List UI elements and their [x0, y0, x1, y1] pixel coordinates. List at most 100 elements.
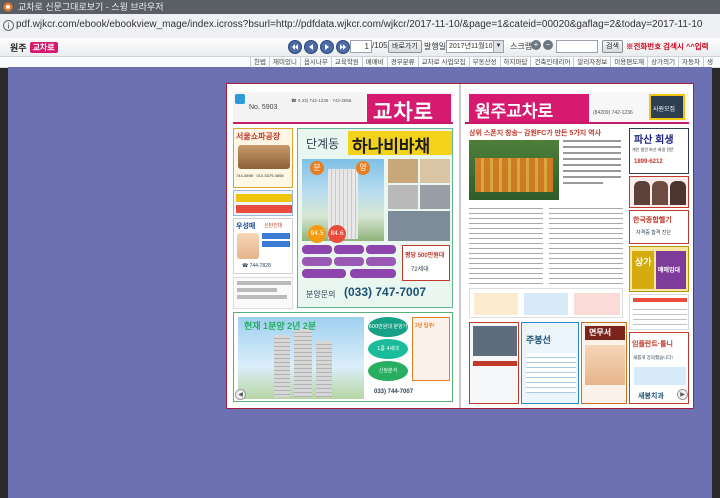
page-turn-left-icon[interactable]: ◀: [235, 389, 246, 400]
page-number-input[interactable]: 1: [350, 40, 372, 53]
implant-sub: 새롭게 강의했습니다!: [633, 355, 673, 360]
category-item[interactable]: 재미있니: [269, 57, 300, 67]
hero-sub: 단계동: [306, 137, 340, 151]
mid-ad-1: [474, 293, 518, 315]
page-total: /105: [372, 41, 388, 50]
brand: 원주 교차로: [10, 41, 58, 53]
left-phone-line: ☎ 0.33) 742-1236 · 742-2555: [291, 98, 352, 103]
bottom-ad-title: 현재 1분양 2년 2분: [244, 321, 317, 331]
bottom-left-ad[interactable]: 현재 1분양 2년 2분 600만원대 분양가 1룸 4세대 신정분석 2년 입…: [233, 312, 453, 402]
go-button[interactable]: 바로가기: [388, 40, 422, 53]
first-page-button[interactable]: [288, 40, 302, 54]
category-item[interactable]: 하지마답: [499, 57, 531, 67]
interior-photo-1: [388, 159, 418, 183]
bottom-phone: 033) 744-7007: [374, 389, 414, 395]
right-icon: [325, 44, 329, 50]
feature-pill: [334, 257, 364, 266]
text-line: [563, 164, 621, 166]
category-item[interactable]: 건축인테리어: [530, 57, 573, 67]
zoom-in-icon[interactable]: +: [531, 40, 541, 50]
category-item[interactable]: 상가의기: [647, 57, 678, 67]
issue-date-select[interactable]: 2017년11월10일: [446, 40, 496, 53]
hero-title: 하나비바채: [352, 137, 431, 155]
bankruptcy-ad[interactable]: 파산 회생 개인·법인 파산·회생 전문 1899-6212: [629, 128, 689, 174]
helicopter-ad[interactable]: 한국종합헬기 자격증 합격 진단: [629, 210, 689, 244]
promo-box: 평당 500만원대 72세대: [402, 245, 450, 281]
info-icon[interactable]: [3, 20, 14, 31]
brand-logo[interactable]: 교차로: [29, 41, 58, 53]
mid-ad-2: [524, 293, 568, 315]
category-item[interactable]: 경부분류: [386, 57, 418, 67]
dental-line-1: [262, 233, 290, 239]
window-title: 교차로 신문그대로보기 - 스윙 브라우저: [18, 2, 164, 12]
bottom-ad-a-photo: [473, 326, 517, 356]
woosung-title: 우성매: [236, 223, 256, 230]
person-photo: [634, 181, 650, 205]
category-item[interactable]: 자동차: [678, 57, 703, 67]
viewer-toolbar: 원주 교차로 1 /105 바로가기 발행일 2017년11월10일 ▼ 스크랩…: [0, 38, 720, 57]
feature-pill: [302, 245, 332, 254]
mid-ad-strip[interactable]: [469, 288, 623, 318]
double-left-icon: [292, 44, 298, 50]
hotline-label: 분양문의: [306, 290, 336, 299]
circle-badge-2: 1룸 4세대: [368, 339, 408, 359]
text-line: [563, 146, 621, 148]
category-item[interactable]: 헌법: [250, 57, 269, 67]
prev-page-button[interactable]: [304, 40, 318, 54]
side-ad-people[interactable]: [629, 176, 689, 208]
region-label[interactable]: 원주: [10, 41, 27, 54]
side-small-ad[interactable]: [629, 294, 689, 330]
category-item[interactable]: 옵시나무: [299, 57, 331, 67]
right-contact: (84209) 742-1236: [593, 110, 633, 116]
feature-pills: [302, 245, 398, 281]
chevron-down-icon[interactable]: ▼: [493, 40, 504, 53]
commercial-ad-line2: 매매임대: [658, 268, 681, 274]
category-item[interactable]: 미용편도재: [610, 57, 647, 67]
sofa-ad-title: 서울쇼파공장: [236, 132, 281, 141]
category-item[interactable]: 매매비: [361, 57, 387, 67]
search-input[interactable]: [556, 40, 598, 53]
category-item[interactable]: 교차로 사업모집: [417, 57, 469, 67]
commercial-ad-block-2: 매매임대: [656, 251, 686, 289]
category-item[interactable]: 부동산성: [468, 57, 500, 67]
sofa-ad-phone: 744-0898 · 010-5379-0898: [236, 173, 284, 178]
zoom-out-icon[interactable]: −: [543, 40, 553, 50]
text-line: [237, 295, 287, 299]
sofa-ad[interactable]: 서울쇼파공장 744-0898 · 010-5379-0898: [233, 128, 293, 188]
feature-pill: [366, 245, 396, 254]
masthead-title: 교차로: [373, 101, 434, 122]
small-ad-1[interactable]: [233, 190, 293, 216]
implant-footer: 새봉치과: [638, 393, 664, 400]
bottom-ad-b[interactable]: 주봉선: [521, 322, 579, 404]
map-box: 2년 입주!: [412, 317, 450, 381]
left-page[interactable]: No. 5903 ☎ 0.33) 742-1236 · 742-2555 교차로…: [227, 84, 459, 408]
newspaper-spread[interactable]: No. 5903 ☎ 0.33) 742-1236 · 742-2555 교차로…: [226, 83, 694, 409]
address-bar[interactable]: pdf.wjkcr.com/ebook/ebookview_mage/index…: [0, 14, 720, 39]
double-right-icon: [340, 44, 346, 50]
bottom-ad-a[interactable]: [469, 322, 519, 404]
bottom-ad-b-body: [526, 353, 576, 393]
page-nav-buttons: [288, 40, 350, 54]
search-button[interactable]: 검색: [602, 40, 623, 53]
page-turn-right-icon[interactable]: ▶: [677, 389, 688, 400]
commercial-ad[interactable]: 상가 매매임대: [629, 246, 689, 292]
right-page[interactable]: 원주교차로 (84209) 742-1236 사원모집 상위 스폰지 창송~ 감…: [461, 84, 693, 408]
dental-line-2: [262, 241, 290, 247]
url-text[interactable]: pdf.wjkcr.com/ebook/ebookview_mage/index…: [16, 19, 702, 30]
feature-pill: [334, 245, 364, 254]
implant-image: [634, 367, 686, 385]
bottom-ad-c[interactable]: 면무서: [581, 322, 627, 404]
implant-title: 임플란트·틀니: [632, 341, 673, 348]
next-page-button[interactable]: [320, 40, 334, 54]
commercial-ad-line1: 상가: [635, 257, 652, 267]
small-ad-2[interactable]: [233, 277, 293, 309]
interior-photo-5: [388, 211, 450, 241]
issue-number: No. 5903: [249, 104, 278, 111]
circle-badge-1: 600만원대 분양가: [368, 317, 408, 337]
woosung-ad[interactable]: 우성매 신탄진대 ☎ 744-7828: [233, 218, 293, 274]
category-item[interactable]: 생: [703, 57, 716, 67]
hanabi-ad[interactable]: 단계동 하나비바채 분 양 94.5 84.6 평당 500만원대 72세대 분…: [297, 128, 453, 308]
last-page-button[interactable]: [336, 40, 350, 54]
category-item[interactable]: 알리자정보: [573, 57, 610, 67]
category-item[interactable]: 교육학원: [330, 57, 362, 67]
